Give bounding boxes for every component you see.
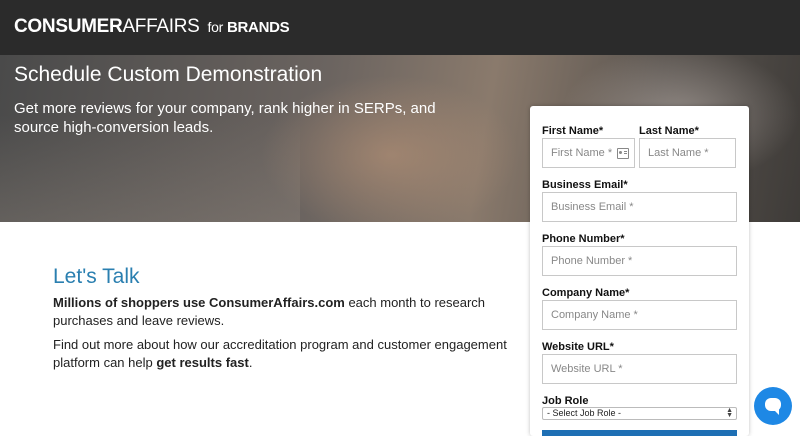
logo-affairs: AFFAIRS (122, 16, 200, 37)
website-url-label: Website URL* (542, 341, 614, 353)
details-bold: get results fast (156, 355, 249, 370)
logo-brands: BRANDS (226, 19, 290, 36)
company-name-placeholder: Company Name * (551, 309, 638, 321)
chat-bubble-tail (773, 409, 779, 415)
submit-button[interactable] (542, 430, 737, 436)
consumer-affairs-logo[interactable]: CONSUMERAFFAIRS for BRANDS (14, 16, 290, 38)
demo-request-form: First Name* Last Name* First Name * Last… (530, 106, 749, 436)
phone-number-placeholder: Phone Number * (551, 255, 633, 267)
intro-bold: Millions of shoppers use ConsumerAffairs… (53, 295, 345, 310)
job-role-select[interactable]: - Select Job Role - ▲ ▼ (542, 407, 737, 420)
business-email-placeholder: Business Email * (551, 201, 634, 213)
phone-number-label: Phone Number* (542, 233, 625, 245)
logo-consumer: CONSUMER (14, 16, 123, 37)
top-header: CONSUMERAFFAIRS for BRANDS (0, 0, 800, 55)
contact-card-icon[interactable] (617, 148, 629, 159)
details-text: Find out more about how our accreditatio… (53, 337, 507, 370)
first-name-label: First Name* (542, 125, 604, 137)
website-url-field[interactable]: Website URL * (542, 354, 737, 384)
last-name-label: Last Name* (639, 125, 699, 137)
details-end: . (248, 355, 253, 370)
hero-title: Schedule Custom Demonstration (14, 63, 323, 86)
company-name-field[interactable]: Company Name * (542, 300, 737, 330)
business-email-label: Business Email* (542, 179, 628, 191)
first-name-field[interactable]: First Name * (542, 138, 635, 168)
select-arrows-icon: ▲ ▼ (726, 407, 733, 419)
job-role-selected: - Select Job Role - (547, 408, 622, 418)
job-role-label: Job Role (542, 395, 589, 407)
last-name-field[interactable]: Last Name * (639, 138, 736, 168)
business-email-field[interactable]: Business Email * (542, 192, 737, 222)
details-paragraph: Find out more about how our accreditatio… (53, 336, 518, 372)
lets-talk-heading: Let's Talk (53, 265, 140, 288)
chat-button[interactable] (754, 387, 792, 425)
logo-for: for (207, 19, 224, 35)
first-name-placeholder: First Name * (551, 147, 613, 159)
intro-paragraph: Millions of shoppers use ConsumerAffairs… (53, 294, 518, 330)
website-url-placeholder: Website URL * (551, 363, 623, 375)
hero-subtitle: Get more reviews for your company, rank … (14, 100, 436, 136)
company-name-label: Company Name* (542, 287, 630, 299)
phone-number-field[interactable]: Phone Number * (542, 246, 737, 276)
last-name-placeholder: Last Name * (648, 147, 709, 159)
